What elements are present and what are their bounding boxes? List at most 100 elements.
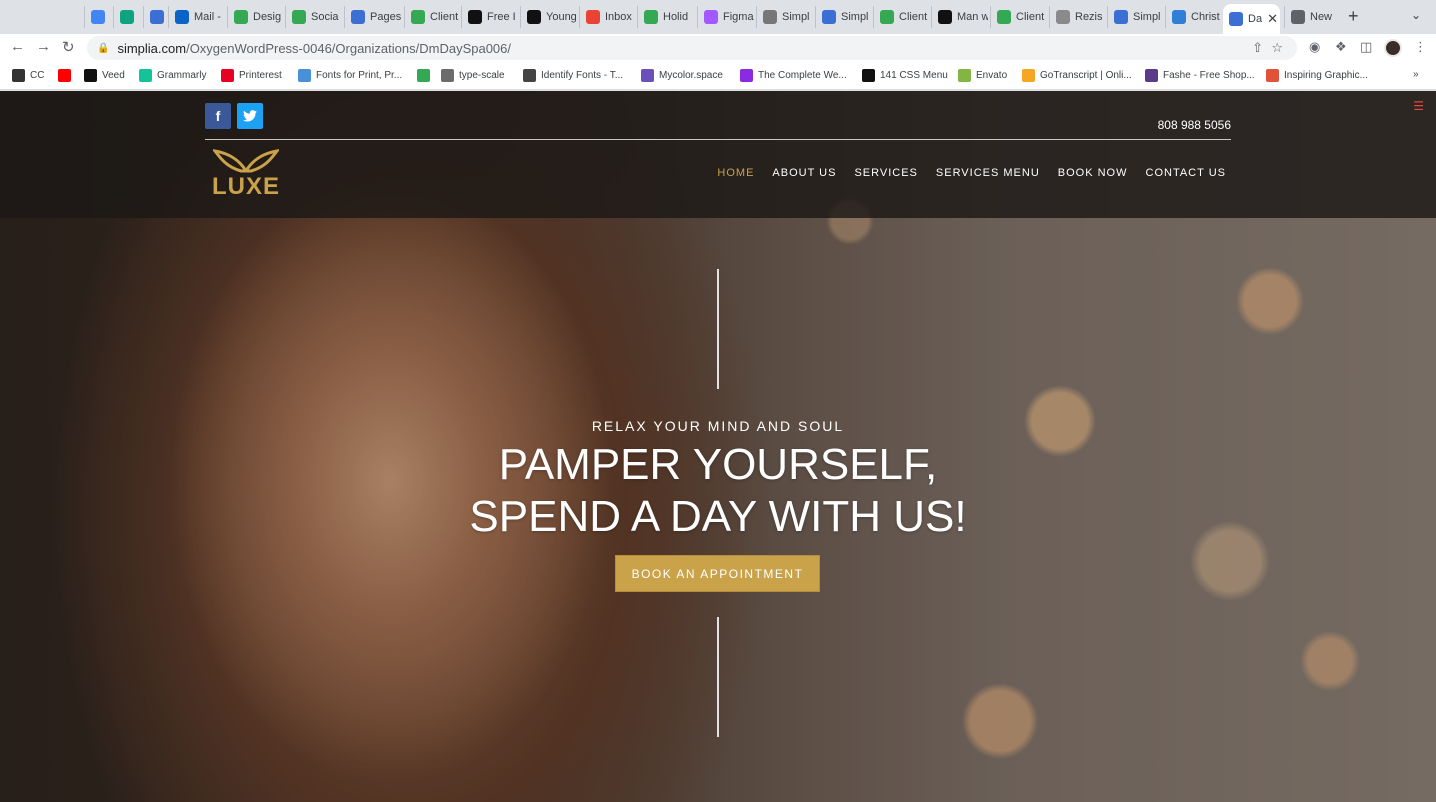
browser-tab[interactable] xyxy=(113,6,141,28)
gmail-icon xyxy=(586,10,600,24)
browser-tab[interactable] xyxy=(143,6,167,28)
nav-book-now[interactable]: BOOK NOW xyxy=(1058,167,1128,179)
browser-tab[interactable]: Desig xyxy=(227,6,283,28)
address-bar[interactable]: 🔒 simplia.com/OxygenWordPress-0046/Organ… xyxy=(87,36,1297,60)
mycolor-icon xyxy=(641,69,654,82)
nav-services[interactable]: SERVICES xyxy=(854,167,917,179)
browser-tab-label: Man w xyxy=(957,11,988,23)
bookmark-label: Printerest xyxy=(239,70,282,81)
identify-icon xyxy=(523,69,536,82)
bookmark-item[interactable]: Inspiring Graphic... xyxy=(1266,69,1368,82)
back-arrow-icon[interactable]: ← xyxy=(10,38,25,55)
bookmark-item[interactable]: type-scale xyxy=(441,69,505,82)
browser-tab[interactable]: Young xyxy=(520,6,577,28)
bookmark-item[interactable]: Fonts for Print, Pr... xyxy=(298,69,402,82)
bookmark-item[interactable]: GoTranscript | Onli... xyxy=(1022,69,1132,82)
cc-icon xyxy=(12,69,25,82)
browser-tab[interactable]: Rezis xyxy=(1049,6,1105,28)
phone-number[interactable]: 808 988 5056 xyxy=(1158,118,1231,132)
chrome-icon xyxy=(1291,10,1305,24)
browser-tab[interactable]: Da ✕ xyxy=(1223,4,1280,34)
bookmark-item[interactable]: Fashe - Free Shop... xyxy=(1145,69,1255,82)
reload-icon[interactable]: ↻ xyxy=(62,38,75,56)
browser-tab[interactable]: Mail - xyxy=(168,6,225,28)
bookmark-item[interactable]: Envato xyxy=(958,69,1007,82)
header-divider xyxy=(205,139,1231,140)
st-icon xyxy=(468,10,482,24)
hamburger-menu-icon[interactable]: ☰ xyxy=(1413,99,1424,113)
youtube-icon xyxy=(58,69,71,82)
browser-tab[interactable]: Pages xyxy=(344,6,402,28)
figma-icon xyxy=(704,10,718,24)
nav-services-menu[interactable]: SERVICES MENU xyxy=(936,167,1040,179)
tab-search-chevron-icon[interactable]: ⌄ xyxy=(1411,8,1421,22)
browser-tab[interactable]: Inbox xyxy=(579,6,635,28)
nav-home[interactable]: HOME xyxy=(717,167,754,179)
browser-tab[interactable]: Client xyxy=(404,6,459,28)
browser-tab[interactable]: Client xyxy=(873,6,929,28)
bookmark-label: Inspiring Graphic... xyxy=(1284,70,1368,81)
main-navigation: HOME ABOUT US SERVICES SERVICES MENU BOO… xyxy=(717,167,1226,179)
simplia-icon xyxy=(351,10,365,24)
browser-tab[interactable]: Client xyxy=(990,6,1047,28)
sheets-icon xyxy=(997,10,1011,24)
close-tab-icon[interactable]: ✕ xyxy=(1267,11,1280,27)
bookmark-item[interactable]: Mycolor.space xyxy=(641,69,723,82)
browser-tab[interactable]: New xyxy=(1284,6,1334,28)
browser-tab[interactable] xyxy=(84,6,112,28)
nav-about-us[interactable]: ABOUT US xyxy=(772,167,836,179)
browser-tab[interactable]: Simpl xyxy=(756,6,813,28)
browser-tab-label: Desig xyxy=(253,11,282,23)
browser-tab-label: Holid xyxy=(663,11,689,23)
profile-avatar[interactable] xyxy=(1384,39,1402,57)
bookmark-item[interactable] xyxy=(417,69,430,82)
new-tab-button[interactable]: + xyxy=(1348,6,1359,27)
bookmark-item[interactable]: The Complete We... xyxy=(740,69,847,82)
hero-eyebrow: RELAX YOUR MIND AND SOUL xyxy=(591,418,845,434)
complete-icon xyxy=(740,69,753,82)
browser-toolbar: ← → ↻ 🔒 simplia.com/OxygenWordPress-0046… xyxy=(0,34,1436,62)
share-icon[interactable]: ⇧ xyxy=(1252,40,1263,56)
bookmark-label: type-scale xyxy=(459,70,505,81)
butterfly-wings-icon xyxy=(213,149,279,173)
browser-tab[interactable]: Holid xyxy=(637,6,695,28)
browser-tab-label: Simpl xyxy=(1133,11,1161,23)
browser-tab[interactable]: Free I xyxy=(461,6,518,28)
camera-icon[interactable]: ◉ xyxy=(1309,39,1320,55)
gotranscript-icon xyxy=(1022,69,1035,82)
bookmark-item[interactable]: CC xyxy=(12,69,44,82)
bookmark-label: Identify Fonts - T... xyxy=(541,70,624,81)
browser-tab-label: Client xyxy=(1016,11,1045,23)
side-panel-icon[interactable]: ◫ xyxy=(1360,39,1372,55)
more-menu-icon[interactable]: ⋮ xyxy=(1414,39,1427,55)
browser-tab-label: Pages xyxy=(370,11,402,23)
browser-tab-label: Rezis xyxy=(1075,11,1103,23)
browser-tab[interactable]: Man w xyxy=(931,6,988,28)
twitter-icon[interactable] xyxy=(237,103,263,129)
envato-icon xyxy=(958,69,971,82)
book-appointment-button[interactable]: BOOK AN APPOINTMENT xyxy=(615,555,820,592)
forward-arrow-icon[interactable]: → xyxy=(36,38,51,55)
hero-headline-line-1: PAMPER YOURSELF, xyxy=(498,440,938,489)
chatgpt-icon xyxy=(120,10,134,24)
bookmark-item[interactable]: Printerest xyxy=(221,69,282,82)
bookmark-item[interactable] xyxy=(58,69,71,82)
url-host: simplia.com xyxy=(117,40,187,56)
bookmark-item[interactable]: Veed xyxy=(84,69,125,82)
bookmark-label: Grammarly xyxy=(157,70,207,81)
browser-tab[interactable]: Figma xyxy=(697,6,754,28)
facebook-icon[interactable]: f xyxy=(205,103,231,129)
extensions-puzzle-icon[interactable]: ❖ xyxy=(1335,39,1347,55)
bookmark-item[interactable]: Identify Fonts - T... xyxy=(523,69,623,82)
browser-tab[interactable]: Socia xyxy=(285,6,342,28)
bookmark-star-icon[interactable]: ☆ xyxy=(1271,40,1283,56)
browser-tab-strip: + ⌄ Mail - Desig Socia Pages Client Free I You… xyxy=(0,0,1436,34)
bookmark-item[interactable]: 141 CSS Menu xyxy=(862,69,948,82)
nav-contact-us[interactable]: CONTACT US xyxy=(1146,167,1227,179)
luxe-logo[interactable]: LUXE xyxy=(205,149,287,201)
bookmark-item[interactable]: Grammarly xyxy=(139,69,206,82)
browser-tab[interactable]: Simpl xyxy=(1107,6,1163,28)
browser-tab[interactable]: Christ xyxy=(1165,6,1221,28)
bookmarks-overflow-icon[interactable]: » xyxy=(1413,69,1419,80)
browser-tab[interactable]: Simpl xyxy=(815,6,871,28)
